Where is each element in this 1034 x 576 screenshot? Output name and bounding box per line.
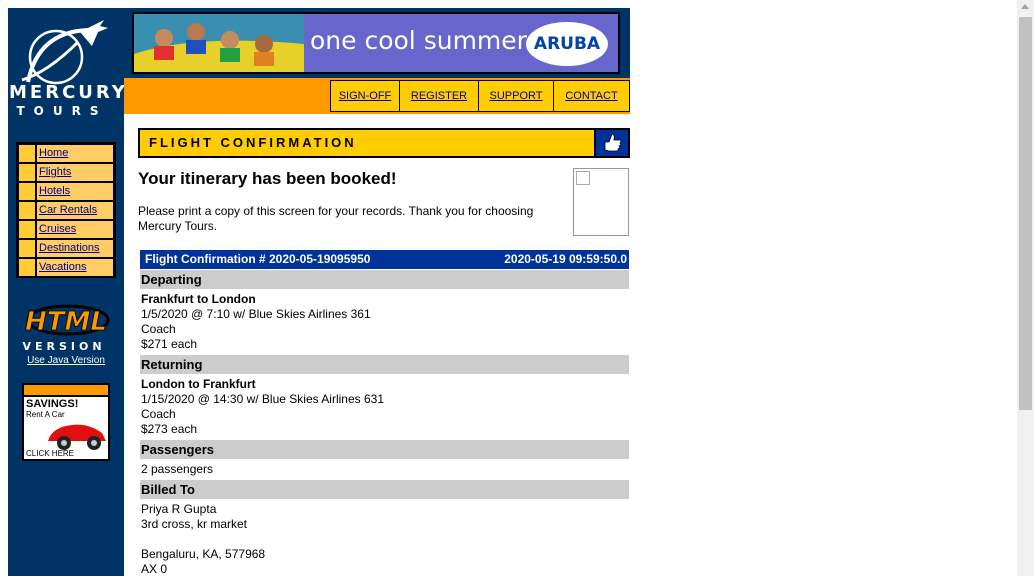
- sidebar-nav: Home Flights Hotels Car Rentals Cruises …: [16, 142, 116, 278]
- top-toolbar: SIGN-OFF REGISTER SUPPORT CONTACT: [124, 78, 630, 114]
- confirmation-header: Flight Confirmation # 2020-05-19095950 2…: [140, 250, 629, 269]
- nav-link-car-rentals[interactable]: Car Rentals: [37, 202, 113, 219]
- nav-link-vacations[interactable]: Vacations: [37, 259, 113, 276]
- contact-link[interactable]: CONTACT: [553, 80, 630, 112]
- sidebar-item-vacations: Vacations: [19, 259, 113, 276]
- booking-status-heading: Your itinerary has been booked!: [138, 169, 397, 188]
- returning-route: London to Frankfurt: [141, 377, 256, 391]
- passenger-count: 2 passengers: [141, 462, 214, 476]
- departing-price: $271 each: [141, 337, 198, 351]
- returning-class: Coach: [141, 407, 176, 421]
- nav-bullet: [19, 221, 35, 238]
- sidebar-item-car-rentals: Car Rentals: [19, 202, 113, 219]
- car-rental-ad[interactable]: SAVINGS! Rent A Car CLICK HERE: [22, 383, 110, 461]
- returning-header: Returning: [140, 355, 629, 374]
- confirmation-number: Flight Confirmation # 2020-05-19095950: [145, 252, 371, 266]
- nav-link-flights[interactable]: Flights: [37, 164, 113, 181]
- billing-city: Bengaluru, KA, 577968: [141, 547, 266, 561]
- nav-link-cruises[interactable]: Cruises: [37, 221, 113, 238]
- thumbs-up-icon-box: [596, 130, 628, 156]
- version-badge-text: VERSION: [22, 340, 105, 353]
- billing-name: Priya R Gupta: [141, 502, 217, 516]
- sidebar-item-destinations: Destinations: [19, 240, 113, 257]
- html-badge-text: HTML: [25, 307, 107, 337]
- vertical-scrollbar[interactable]: [1017, 0, 1034, 576]
- nav-link-hotels[interactable]: Hotels: [37, 183, 113, 200]
- sidebar-item-cruises: Cruises: [19, 221, 113, 238]
- nav-bullet: [19, 240, 35, 257]
- nav-bullet: [19, 164, 35, 181]
- nav-bullet: [19, 145, 35, 162]
- html-version-badge-icon: HTML VERSION: [22, 304, 110, 353]
- nav-bullet: [19, 259, 35, 276]
- ad-body: SAVINGS! Rent A Car CLICK HERE: [24, 397, 108, 459]
- ad-cta: CLICK HERE: [26, 449, 75, 458]
- nav-link-home[interactable]: Home: [37, 145, 113, 162]
- departing-class: Coach: [141, 322, 176, 336]
- departing-route: Frankfurt to London: [141, 292, 256, 306]
- kids-photo-icon: [134, 14, 304, 72]
- billing-card: AX 0: [141, 562, 168, 576]
- departing-header: Departing: [140, 270, 629, 289]
- ad-top-bar: [24, 385, 108, 395]
- page-title-bar: FLIGHT CONFIRMATION: [138, 128, 630, 158]
- nav-link-destinations[interactable]: Destinations: [37, 240, 113, 257]
- billed-to-header: Billed To: [140, 480, 629, 499]
- register-link[interactable]: REGISTER: [399, 80, 479, 112]
- sidebar-item-flights: Flights: [19, 164, 113, 181]
- aruba-logo: ARUBA: [526, 22, 608, 66]
- red-car-icon: [48, 424, 106, 450]
- banner-slogan: one cool summer: [310, 26, 527, 55]
- nav-bullet: [19, 202, 35, 219]
- sidebar-item-hotels: Hotels: [19, 183, 113, 200]
- scrollbar-thumb[interactable]: [1019, 17, 1032, 410]
- ad-title: SAVINGS!: [26, 398, 79, 410]
- support-link[interactable]: SUPPORT: [478, 80, 554, 112]
- broken-image-icon: [576, 171, 590, 185]
- departing-detail: 1/5/2020 @ 7:10 w/ Blue Skies Airlines 3…: [141, 307, 371, 321]
- sidebar-item-home: Home: [19, 145, 113, 162]
- page-title: FLIGHT CONFIRMATION: [140, 130, 594, 156]
- returning-detail: 1/15/2020 @ 14:30 w/ Blue Skies Airlines…: [141, 392, 384, 406]
- aruba-banner[interactable]: one cool summer ARUBA: [132, 12, 620, 74]
- logo-text-tours: TOURS: [16, 104, 108, 118]
- java-version-link[interactable]: Use Java Version: [8, 355, 124, 366]
- confirmation-timestamp: 2020-05-19 09:59:50.0: [504, 252, 627, 266]
- nav-bullet: [19, 183, 35, 200]
- passengers-header: Passengers: [140, 440, 629, 459]
- logo-text-mercury: MERCURY: [9, 82, 128, 103]
- scroll-up-arrow-icon[interactable]: [1021, 4, 1029, 9]
- thumbs-up-icon: [604, 133, 622, 152]
- billing-street: 3rd cross, kr market: [141, 517, 248, 531]
- sign-off-link[interactable]: SIGN-OFF: [330, 80, 400, 112]
- returning-price: $273 each: [141, 422, 198, 436]
- broken-image-placeholder: [573, 168, 629, 236]
- print-note: Please print a copy of this screen for y…: [138, 204, 534, 233]
